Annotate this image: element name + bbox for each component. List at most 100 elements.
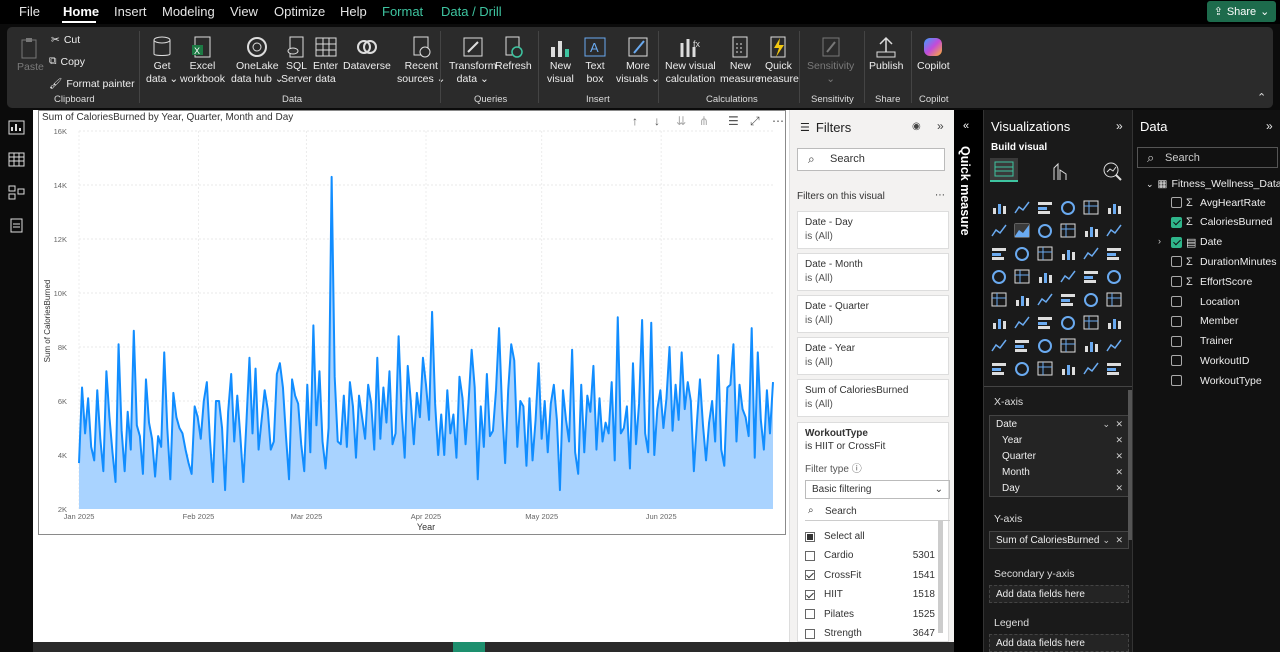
- visual-type-icon[interactable]: [1037, 361, 1053, 376]
- x-axis-well[interactable]: Date ⌄ ✕ Year ✕ Quarter ✕ Month ✕ Day ✕: [989, 415, 1129, 497]
- visual-type-icon[interactable]: [991, 246, 1007, 261]
- visual-type-icon[interactable]: [1037, 200, 1053, 215]
- visual-type-icon[interactable]: [1083, 315, 1099, 330]
- field-avgheartrate[interactable]: Σ AvgHeartRate: [1186, 195, 1280, 210]
- visual-type-icon[interactable]: [1060, 361, 1076, 376]
- visual-type-icon[interactable]: [1014, 269, 1030, 284]
- publish-button[interactable]: Publish: [869, 35, 903, 73]
- filter-icon[interactable]: ☰: [728, 114, 739, 128]
- menu-data-drill[interactable]: Data / Drill: [441, 4, 502, 19]
- more-options-icon[interactable]: ⋯: [772, 114, 784, 128]
- build-visual-tab[interactable]: [990, 158, 1018, 182]
- x-field-day[interactable]: Day ✕: [990, 480, 1128, 496]
- filter-scrollbar[interactable]: [938, 521, 943, 633]
- secondary-y-axis-well[interactable]: Add data fields here: [989, 585, 1129, 603]
- visual-type-icon[interactable]: [991, 315, 1007, 330]
- paste-button[interactable]: Paste: [17, 36, 44, 74]
- menu-file[interactable]: File: [19, 4, 40, 19]
- chevron-right-icon[interactable]: ›: [1158, 236, 1161, 246]
- visual-type-icon[interactable]: [1083, 361, 1099, 376]
- visual-type-icon[interactable]: [1106, 361, 1122, 376]
- field-date[interactable]: ▤ Date: [1186, 235, 1280, 250]
- expand-all-icon[interactable]: ⇊: [676, 114, 686, 128]
- x-field-date[interactable]: Date ⌄ ✕: [990, 416, 1128, 432]
- visual-type-icon[interactable]: [1106, 338, 1122, 353]
- get-data-button[interactable]: Get data ⌄: [146, 35, 178, 85]
- table-fitness-wellness[interactable]: ⌄ ▦ Fitness_Wellness_Data: [1146, 178, 1280, 190]
- visual-type-icon[interactable]: [1037, 315, 1053, 330]
- field-checkbox[interactable]: [1171, 216, 1182, 228]
- field-caloriesburned[interactable]: Σ CaloriesBurned: [1186, 215, 1280, 230]
- visual-type-icon[interactable]: [991, 292, 1007, 307]
- analytics-icon[interactable]: [1101, 160, 1123, 182]
- visual-type-icon[interactable]: [1106, 246, 1122, 261]
- menu-optimize[interactable]: Optimize: [274, 4, 325, 19]
- field-member[interactable]: Member: [1186, 314, 1280, 329]
- checkbox[interactable]: [805, 589, 815, 600]
- dax-query-view-icon[interactable]: [8, 218, 25, 233]
- y-axis-well[interactable]: Sum of CaloriesBurned ⌄ ✕: [989, 531, 1129, 549]
- checkbox[interactable]: [805, 609, 815, 619]
- field-checkbox[interactable]: [1171, 197, 1182, 208]
- x-field-year[interactable]: Year ✕: [990, 432, 1128, 448]
- visual-type-icon[interactable]: [1014, 338, 1030, 353]
- field-checkbox[interactable]: [1171, 355, 1182, 367]
- field-checkbox[interactable]: [1171, 236, 1182, 248]
- expand-icon[interactable]: «: [963, 120, 969, 132]
- select-all-checkbox[interactable]: Select all: [805, 529, 935, 544]
- collapse-viz-icon[interactable]: »: [1116, 119, 1123, 133]
- field-workouttype[interactable]: WorkoutType: [1186, 373, 1280, 388]
- checkbox[interactable]: [805, 628, 815, 639]
- filter-card-workouttype[interactable]: WorkoutType is HIIT or CrossFit Filter t…: [797, 422, 950, 642]
- visual-type-icon[interactable]: [1060, 315, 1076, 330]
- filter-search-input[interactable]: ⌕ Search: [797, 148, 945, 171]
- visual-type-icon[interactable]: [1014, 246, 1030, 261]
- field-durationminutes[interactable]: Σ DurationMinutes: [1186, 254, 1280, 269]
- filter-card-date-month[interactable]: Date - Month is (All): [797, 253, 949, 291]
- field-checkbox[interactable]: [1171, 276, 1182, 288]
- y-field-calories[interactable]: Sum of CaloriesBurned ⌄ ✕: [990, 532, 1128, 548]
- table-view-icon[interactable]: [8, 152, 25, 167]
- visual-type-icon[interactable]: [1083, 200, 1099, 215]
- visual-type-icon[interactable]: [1014, 361, 1030, 376]
- x-field-quarter[interactable]: Quarter ✕: [990, 448, 1128, 464]
- visual-type-icon[interactable]: [1037, 269, 1053, 284]
- quick-measure-label[interactable]: Quick measure: [958, 146, 972, 236]
- onelake-button[interactable]: OneLake data hub ⌄: [231, 35, 284, 85]
- focus-mode-icon[interactable]: ⤢: [750, 114, 760, 129]
- field-checkbox[interactable]: [1171, 335, 1182, 347]
- visual-type-icon[interactable]: [1083, 269, 1099, 284]
- visual-type-icon[interactable]: [991, 338, 1007, 353]
- more-visuals-ellipsis[interactable]: ...: [994, 363, 1004, 377]
- visual-type-icon[interactable]: [991, 223, 1007, 238]
- excel-workbook-button[interactable]: X Excel workbook: [180, 35, 225, 85]
- active-page-tab[interactable]: [453, 642, 485, 652]
- more-visuals-button[interactable]: More visuals ⌄: [616, 35, 660, 85]
- format-visual-icon[interactable]: [1048, 160, 1070, 182]
- workout-option-pilates[interactable]: Pilates 1525: [805, 607, 935, 622]
- field-effortscore[interactable]: Σ EffortScore: [1186, 274, 1280, 289]
- recent-sources-button[interactable]: Recent sources ⌄: [397, 35, 445, 85]
- field-checkbox[interactable]: [1171, 296, 1182, 307]
- visual-type-icon[interactable]: [991, 269, 1007, 284]
- copilot-button[interactable]: Copilot: [917, 35, 950, 73]
- visual-type-icon[interactable]: [1037, 223, 1053, 238]
- workout-option-hiit[interactable]: HIIT 1518: [805, 587, 935, 602]
- visual-type-icon[interactable]: [1083, 223, 1099, 238]
- legend-well[interactable]: Add data fields here: [989, 634, 1129, 652]
- report-view-icon[interactable]: [8, 120, 25, 135]
- visual-type-icon[interactable]: [1037, 292, 1053, 307]
- report-canvas[interactable]: 2K 4K 6K 8K 10K 12K 14K 16K Jan 2025 Feb 2025 Mar …: [33, 110, 789, 642]
- area-chart-visual[interactable]: 2K 4K 6K 8K 10K 12K 14K 16K Jan 2025 Feb 2025 Mar …: [38, 110, 786, 535]
- menu-help[interactable]: Help: [340, 4, 367, 19]
- visual-type-icon[interactable]: [1014, 223, 1030, 238]
- model-view-icon[interactable]: [8, 185, 25, 200]
- visual-type-icon[interactable]: [1083, 246, 1099, 261]
- filter-card-date-year[interactable]: Date - Year is (All): [797, 337, 949, 375]
- field-checkbox[interactable]: [1171, 315, 1182, 327]
- menu-insert[interactable]: Insert: [114, 4, 147, 19]
- visual-type-icon[interactable]: [1083, 292, 1099, 307]
- filter-card-date-quarter[interactable]: Date - Quarter is (All): [797, 295, 949, 333]
- visual-type-icon[interactable]: [1060, 269, 1076, 284]
- collapse-filters-icon[interactable]: »: [937, 119, 944, 133]
